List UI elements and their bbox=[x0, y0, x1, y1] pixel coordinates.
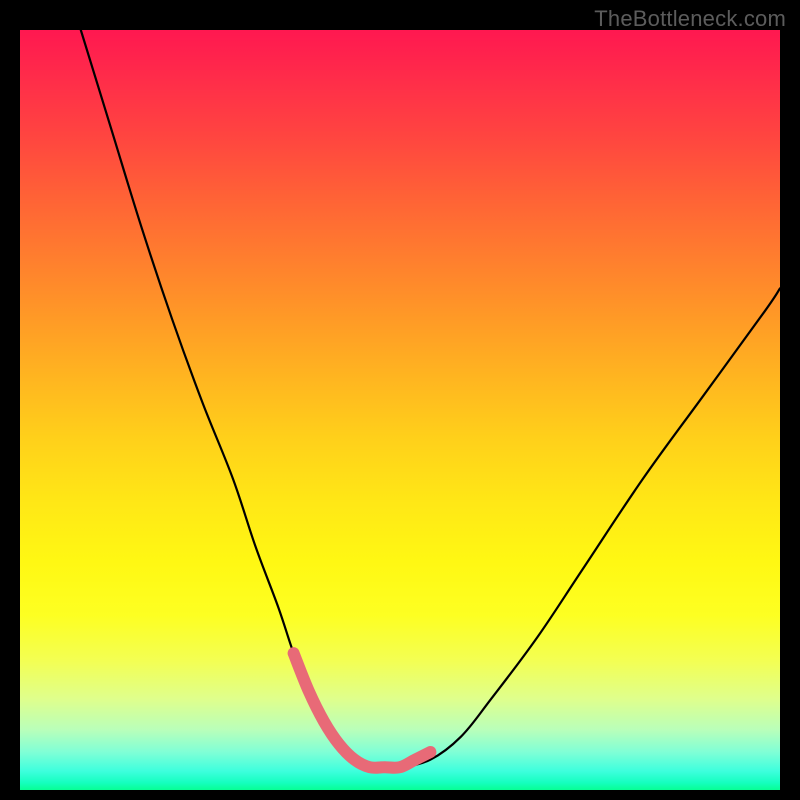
chart-frame: TheBottleneck.com bbox=[0, 0, 800, 800]
bottleneck-curve bbox=[81, 30, 780, 768]
plot-area bbox=[20, 30, 780, 790]
optimal-range-highlight bbox=[294, 653, 431, 768]
watermark-text: TheBottleneck.com bbox=[594, 6, 786, 32]
chart-svg bbox=[20, 30, 780, 790]
